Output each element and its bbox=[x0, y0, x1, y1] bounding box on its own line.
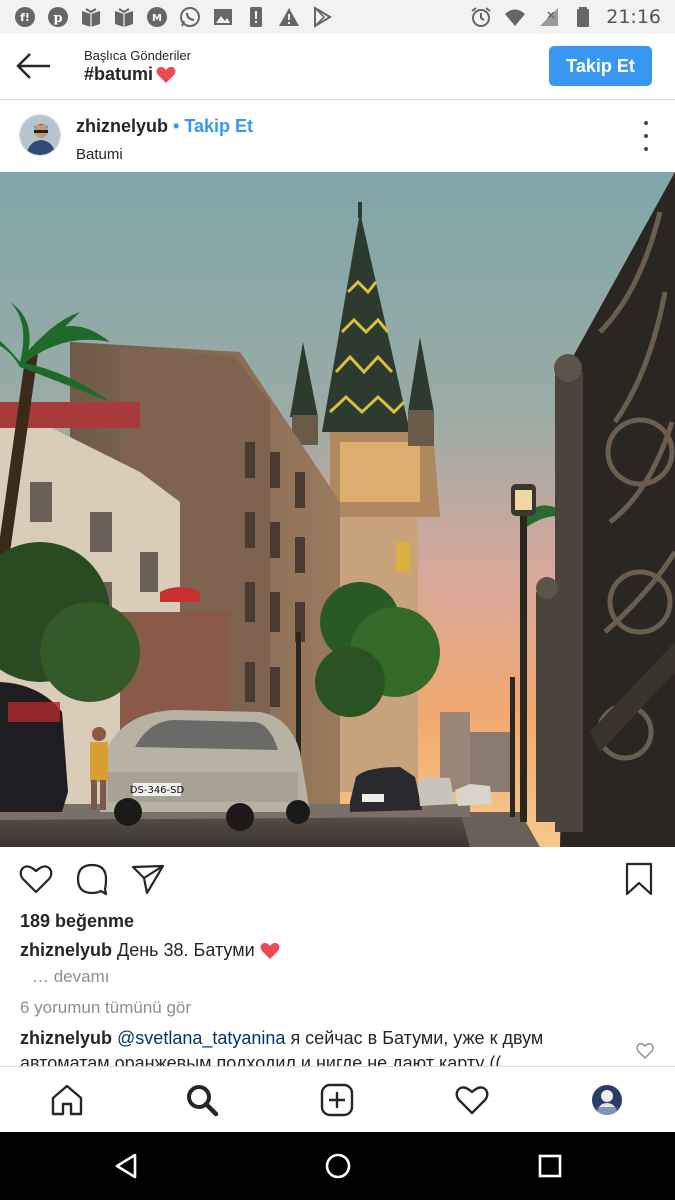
nav-new-post[interactable] bbox=[317, 1081, 357, 1119]
status-bar: f! p M 21:16 bbox=[0, 0, 675, 34]
header-subtitle: Başlıca Gönderiler bbox=[84, 48, 191, 63]
nav-profile[interactable] bbox=[587, 1081, 627, 1119]
post-actions bbox=[0, 857, 675, 901]
post-user-line: zhiznelyub • Takip Et bbox=[76, 116, 253, 137]
flipboard-icon: f! bbox=[14, 6, 36, 28]
heart-outline-icon bbox=[636, 1043, 654, 1059]
warning-icon bbox=[278, 6, 300, 28]
paper-plane-icon bbox=[131, 864, 165, 895]
home-circle-icon[interactable] bbox=[323, 1151, 353, 1181]
book-icon bbox=[113, 6, 135, 28]
home-icon bbox=[51, 1084, 83, 1116]
phone-alert-icon bbox=[245, 6, 267, 28]
heart-emoji-icon bbox=[156, 66, 176, 83]
battery-icon bbox=[572, 6, 594, 28]
like-button[interactable] bbox=[18, 861, 54, 897]
bookmark-icon bbox=[625, 862, 653, 896]
svg-text:p: p bbox=[53, 11, 62, 26]
view-all-comments-link[interactable]: 6 yorumun tümünü gör bbox=[20, 998, 191, 1018]
notification-icons: f! p M bbox=[14, 6, 333, 28]
image-icon bbox=[212, 6, 234, 28]
heart-outline-icon bbox=[455, 1086, 489, 1115]
system-status: 21:16 bbox=[470, 6, 661, 28]
license-plate: DS-346-SD bbox=[130, 785, 185, 796]
heart-outline-icon bbox=[19, 865, 53, 894]
top-header: Başlıca Gönderiler #batumi Takip Et bbox=[0, 34, 675, 100]
comment-username[interactable]: zhiznelyub bbox=[20, 1028, 112, 1048]
avatar[interactable] bbox=[19, 114, 61, 156]
svg-text:M: M bbox=[152, 13, 162, 24]
post-header: zhiznelyub • Takip Et Batumi bbox=[0, 101, 675, 172]
heart-emoji-icon bbox=[260, 942, 280, 959]
alarm-icon bbox=[470, 6, 492, 28]
recents-square-icon[interactable] bbox=[535, 1151, 565, 1181]
comment-mention[interactable]: @svetlana_tatyanina bbox=[117, 1028, 285, 1048]
profile-avatar bbox=[592, 1085, 622, 1115]
hashtag-title: #batumi bbox=[84, 64, 176, 85]
arrow-left-icon bbox=[16, 53, 50, 79]
signal-icon bbox=[538, 6, 560, 28]
back-button[interactable] bbox=[14, 48, 54, 84]
more-options-icon[interactable] bbox=[641, 121, 651, 151]
like-count[interactable]: 189 beğenme bbox=[20, 911, 134, 932]
clock: 21:16 bbox=[606, 6, 661, 28]
nav-home[interactable] bbox=[47, 1081, 87, 1119]
play-store-icon bbox=[311, 6, 333, 28]
hashtag-text: #batumi bbox=[84, 64, 154, 84]
book-icon bbox=[80, 6, 102, 28]
follow-hashtag-button[interactable]: Takip Et bbox=[549, 46, 652, 86]
share-button[interactable] bbox=[130, 861, 166, 897]
save-button[interactable] bbox=[621, 861, 657, 897]
caption-username[interactable]: zhiznelyub bbox=[20, 940, 112, 961]
comment-preview: zhiznelyub @svetlana_tatyanina я сейчас … bbox=[20, 1026, 620, 1066]
post-photo[interactable]: DS-346-SD bbox=[0, 172, 675, 847]
wifi-icon bbox=[504, 6, 526, 28]
android-navigation-bar bbox=[0, 1132, 675, 1200]
nav-search[interactable] bbox=[182, 1081, 222, 1119]
comment-button[interactable] bbox=[74, 861, 110, 897]
medium-icon: M bbox=[146, 6, 168, 28]
post-username[interactable]: zhiznelyub bbox=[76, 116, 168, 137]
whatsapp-icon bbox=[179, 6, 201, 28]
batumi-street-photo: DS-346-SD bbox=[0, 172, 675, 847]
post-caption: zhiznelyub День 38. Батуми bbox=[20, 940, 280, 961]
caption-text: День 38. Батуми bbox=[117, 940, 255, 960]
caption-more-link[interactable]: … devamı bbox=[32, 967, 109, 987]
nav-activity[interactable] bbox=[452, 1081, 492, 1119]
follow-user-link[interactable]: Takip Et bbox=[184, 116, 253, 137]
comment-like-button[interactable] bbox=[636, 1042, 654, 1060]
svg-text:f!: f! bbox=[20, 11, 30, 24]
comment-bubble-icon bbox=[76, 863, 108, 896]
back-triangle-icon[interactable] bbox=[111, 1151, 141, 1181]
separator-dot: • bbox=[173, 116, 180, 136]
bottom-navigation bbox=[0, 1066, 675, 1132]
search-icon bbox=[187, 1085, 219, 1117]
pinterest-icon: p bbox=[47, 6, 69, 28]
add-post-icon bbox=[320, 1083, 354, 1117]
post-location[interactable]: Batumi bbox=[76, 146, 123, 163]
